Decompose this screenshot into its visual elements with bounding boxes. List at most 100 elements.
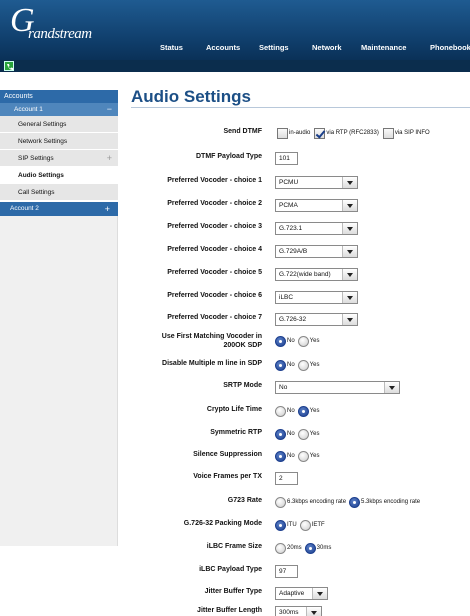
srtp-mode-select[interactable]: No — [275, 380, 400, 394]
vocoder-choice-2-select[interactable]: PCMA — [275, 198, 358, 212]
sidebar-account-2[interactable]: Account 2 + — [0, 202, 118, 216]
field-label: Disable Multiple m line in SDP — [162, 360, 262, 367]
vocoder-row: Preferred Vocoder - choice 6 iLBC — [118, 290, 470, 307]
voice-frames-input[interactable]: 2 — [275, 471, 298, 485]
field-label-line: 200OK SDP — [223, 342, 262, 349]
ilbc-30ms-radio[interactable] — [304, 542, 316, 554]
option-label: ITU — [287, 522, 297, 528]
dtmf-via-sip-info-checkbox[interactable] — [382, 127, 394, 139]
chevron-down-icon[interactable] — [342, 268, 357, 280]
collapse-icon[interactable]: − — [107, 103, 112, 116]
voice-frames-row: Voice Frames per TX 2 — [118, 471, 470, 488]
first-matching-yes-radio[interactable] — [297, 335, 309, 347]
symmetric-rtp-no-radio[interactable] — [275, 428, 286, 440]
field-label: Preferred Vocoder - choice 2 — [167, 200, 262, 207]
option-label: via RTP (RFC2833) — [326, 130, 379, 136]
chevron-down-icon[interactable] — [342, 176, 357, 188]
dtmf-in-audio-checkbox[interactable] — [277, 127, 288, 139]
option-label: Yes — [309, 408, 320, 414]
g723-5-3-radio[interactable] — [349, 496, 361, 508]
crypto-yes-radio[interactable] — [297, 405, 309, 417]
field-label: Preferred Vocoder - choice 5 — [167, 269, 262, 276]
chevron-down-icon[interactable] — [384, 381, 399, 393]
crypto-no-radio[interactable] — [275, 405, 286, 417]
select-value: G.722(wide band) — [279, 270, 331, 278]
ilbc-frame-size-row: iLBC Frame Size 20ms 30ms — [118, 542, 470, 558]
first-matching-vocoder-row: Use First Matching Vocoder in 200OK SDP … — [118, 332, 470, 351]
g723-6-3-radio[interactable] — [275, 496, 286, 508]
sidebar-item-audio-settings[interactable]: Audio Settings — [0, 167, 118, 184]
vocoder-choice-7-select[interactable]: G.726-32 — [275, 312, 358, 326]
g726-ietf-radio[interactable] — [299, 519, 311, 531]
nav-status[interactable]: Status — [160, 43, 183, 52]
option-label: 20ms — [287, 545, 302, 551]
symmetric-rtp-yes-radio[interactable] — [297, 428, 309, 440]
sidebar-background — [0, 216, 118, 546]
vocoder-choice-3-select[interactable]: G.723.1 — [275, 221, 358, 235]
option-label: 30ms — [316, 545, 332, 551]
sidebar-item-sip-settings[interactable]: SIP Settings + — [0, 150, 118, 167]
select-value: PCMU — [279, 178, 299, 186]
jitter-buffer-length-select[interactable]: 300ms — [275, 605, 322, 616]
ilbc-20ms-radio[interactable] — [275, 542, 286, 554]
chevron-down-icon[interactable] — [312, 587, 327, 599]
dtmf-payload-input[interactable]: 101 — [275, 151, 298, 165]
nav-settings[interactable]: Settings — [259, 43, 289, 52]
vocoder-row: Preferred Vocoder - choice 1 PCMU — [118, 175, 470, 192]
dtmf-payload-row: DTMF Payload Type 101 — [118, 151, 470, 168]
field-label: SRTP Mode — [223, 382, 262, 389]
sidebar-item-general-settings[interactable]: General Settings — [0, 116, 118, 133]
jitter-buffer-type-select[interactable]: Adaptive — [275, 586, 328, 600]
chevron-down-icon[interactable] — [342, 245, 357, 257]
g726-itu-radio[interactable] — [275, 519, 286, 531]
field-label: Preferred Vocoder - choice 6 — [167, 292, 262, 299]
vocoder-row: Preferred Vocoder - choice 2 PCMA — [118, 198, 470, 215]
vocoder-choice-4-select[interactable]: G.729A/B — [275, 244, 358, 258]
vocoder-row: Preferred Vocoder - choice 7 G.726-32 — [118, 312, 470, 329]
first-matching-no-radio[interactable] — [275, 335, 286, 347]
option-label: No — [287, 338, 295, 344]
nav-network[interactable]: Network — [312, 43, 342, 52]
sidebar-item-network-settings[interactable]: Network Settings — [0, 133, 118, 150]
select-value: G.723.1 — [279, 224, 303, 232]
vocoder-choice-1-select[interactable]: PCMU — [275, 175, 358, 189]
sidebar-account-1[interactable]: Account 1 − — [0, 103, 118, 116]
sidebar-accounts-header[interactable]: Accounts — [0, 90, 118, 103]
disable-multiple-m-line-row: Disable Multiple m line in SDP No Yes — [118, 359, 470, 375]
field-label: Voice Frames per TX — [193, 473, 262, 480]
sidebar-item-call-settings[interactable]: Call Settings — [0, 184, 118, 201]
option-label: Yes — [309, 362, 320, 368]
nav-maintenance[interactable]: Maintenance — [361, 43, 406, 52]
nav-accounts[interactable]: Accounts — [206, 43, 240, 52]
disable-m-line-no-radio[interactable] — [275, 359, 286, 371]
field-label: Symmetric RTP — [210, 429, 262, 436]
g726-packing-row: G.726-32 Packing Mode ITU IETF — [118, 519, 470, 535]
header-bar: G randstream Status Accounts Settings Ne… — [0, 0, 470, 60]
field-label-line: Use First Matching Vocoder in — [161, 333, 262, 340]
expand-icon[interactable]: + — [107, 150, 112, 167]
disable-m-line-yes-radio[interactable] — [297, 359, 309, 371]
silence-suppression-row: Silence Suppression No Yes — [118, 450, 470, 466]
vocoder-choice-5-select[interactable]: G.722(wide band) — [275, 267, 358, 281]
vocoder-row: Preferred Vocoder - choice 5 G.722(wide … — [118, 267, 470, 284]
ilbc-payload-input[interactable]: 97 — [275, 564, 298, 578]
g723-rate-row: G723 Rate 6.3kbps encoding rate 5.3kbps … — [118, 496, 470, 512]
chevron-down-icon[interactable] — [306, 606, 321, 616]
sub-toolbar — [0, 60, 470, 72]
select-value: iLBC — [279, 293, 294, 301]
select-value: G.726-32 — [279, 315, 307, 323]
phone-icon[interactable] — [4, 61, 14, 71]
vocoder-choice-6-select[interactable]: iLBC — [275, 290, 358, 304]
expand-icon[interactable]: + — [105, 202, 110, 216]
field-label: Use First Matching Vocoder in 200OK SDP — [162, 332, 262, 350]
silence-yes-radio[interactable] — [297, 450, 309, 462]
chevron-down-icon[interactable] — [342, 199, 357, 211]
field-label: Jitter Buffer Type — [204, 588, 262, 595]
option-label: Yes — [309, 431, 320, 437]
chevron-down-icon[interactable] — [342, 313, 357, 325]
silence-no-radio[interactable] — [275, 450, 286, 462]
chevron-down-icon[interactable] — [342, 222, 357, 234]
nav-phonebook[interactable]: Phonebook — [430, 43, 470, 52]
chevron-down-icon[interactable] — [342, 291, 357, 303]
dtmf-via-rtp-checkbox[interactable] — [314, 127, 326, 139]
